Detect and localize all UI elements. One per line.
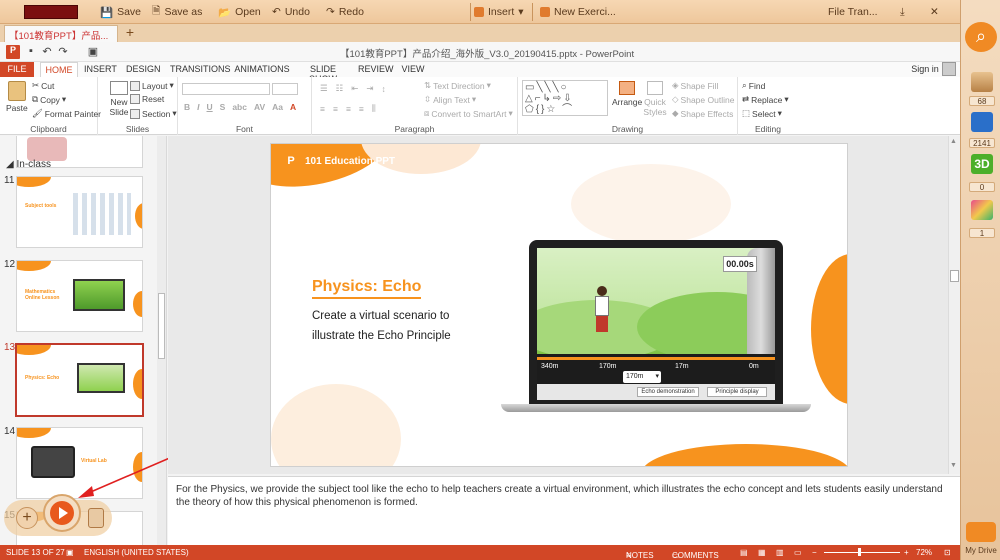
fit-slide-icon[interactable]: ⊡: [944, 548, 951, 557]
logo-text: 101 Education PPT: [305, 156, 396, 167]
spellcheck-icon[interactable]: ▣: [66, 548, 74, 557]
cloud-icon[interactable]: [966, 522, 996, 542]
distance-select[interactable]: 170m ▾: [623, 371, 661, 383]
button-bar: Echo demonstration Principle display: [537, 384, 775, 400]
zoom-slider[interactable]: [824, 552, 900, 553]
speaker-notes: For the Physics, we provide the subject …: [176, 484, 943, 508]
distance-bar: 340m 170m 17m 0m 170m ▾: [537, 354, 775, 384]
image-icon[interactable]: [971, 200, 993, 220]
notes-pane[interactable]: For the Physics, we provide the subject …: [168, 476, 960, 545]
resource-count-badge: 68: [969, 96, 995, 106]
zoom-level[interactable]: 72%: [916, 548, 932, 557]
scale-label: 17m: [675, 363, 689, 370]
laptop-screen: 00.00s 340m 170m 17m 0m 170m ▾ Echo demon…: [537, 248, 775, 400]
scale-label: 0m: [749, 363, 759, 370]
status-bar: SLIDE 13 OF 27 ▣ ENGLISH (UNITED STATES)…: [0, 545, 960, 560]
video-icon[interactable]: [971, 112, 993, 132]
my-drive-label[interactable]: My Drive: [963, 546, 999, 555]
slideshow-view-icon[interactable]: ▭: [794, 548, 802, 557]
light-blob: [271, 384, 401, 466]
slide-editor-area: P 101 Education PPT Physics: Echo Create…: [168, 136, 948, 474]
character-legs: [596, 316, 608, 332]
3d-count-badge: 0: [969, 182, 995, 192]
current-slide[interactable]: P 101 Education PPT Physics: Echo Create…: [270, 143, 848, 467]
laptop-base: [501, 404, 811, 412]
scroll-down-icon[interactable]: ▼: [950, 462, 957, 469]
right-sidebar: ⌕ 68 2141 3D 0 1 My Drive: [960, 0, 1000, 560]
slide-sorter-icon[interactable]: ▦: [758, 548, 766, 557]
zoom-in-icon[interactable]: +: [904, 548, 909, 557]
slide-count: SLIDE 13 OF 27: [6, 548, 65, 557]
orange-blob: [811, 254, 847, 404]
orange-blob: [641, 444, 847, 466]
normal-view-icon[interactable]: ▤: [740, 548, 748, 557]
light-blob: [571, 164, 731, 244]
chevron-down-icon: ▾: [655, 373, 659, 380]
slide-heading: Physics: Echo: [312, 278, 422, 299]
zoom-slider-thumb[interactable]: [858, 548, 861, 556]
slide-body-line: Create a virtual scenario to: [312, 310, 450, 322]
logo-icon: P: [283, 153, 299, 169]
image-count-badge: 1: [969, 228, 995, 238]
scale-label: 170m: [599, 363, 617, 370]
echo-demonstration-button[interactable]: Echo demonstration: [637, 387, 699, 397]
principle-display-button[interactable]: Principle display: [707, 387, 767, 397]
scroll-up-icon[interactable]: ▲: [950, 138, 957, 145]
3d-icon[interactable]: 3D: [971, 154, 993, 174]
scrollbar-thumb[interactable]: [950, 270, 959, 282]
distance-scale: [537, 357, 775, 360]
timer-display: 00.00s: [723, 256, 757, 272]
zoom-out-icon[interactable]: −: [812, 548, 817, 557]
slide-body-line: illustrate the Echo Principle: [312, 330, 451, 342]
scale-label: 340m: [541, 363, 559, 370]
resource-icon[interactable]: [971, 72, 993, 92]
reading-view-icon[interactable]: ▥: [776, 548, 784, 557]
character-head: [597, 286, 607, 296]
language-indicator[interactable]: ENGLISH (UNITED STATES): [84, 548, 189, 557]
search-icon[interactable]: ⌕: [965, 22, 997, 52]
character-body: [595, 296, 609, 316]
editor-scrollbar[interactable]: ▲ ▼: [948, 136, 960, 474]
video-count-badge: 2141: [969, 138, 995, 148]
laptop-frame: 00.00s 340m 170m 17m 0m 170m ▾ Echo demon…: [529, 240, 783, 404]
